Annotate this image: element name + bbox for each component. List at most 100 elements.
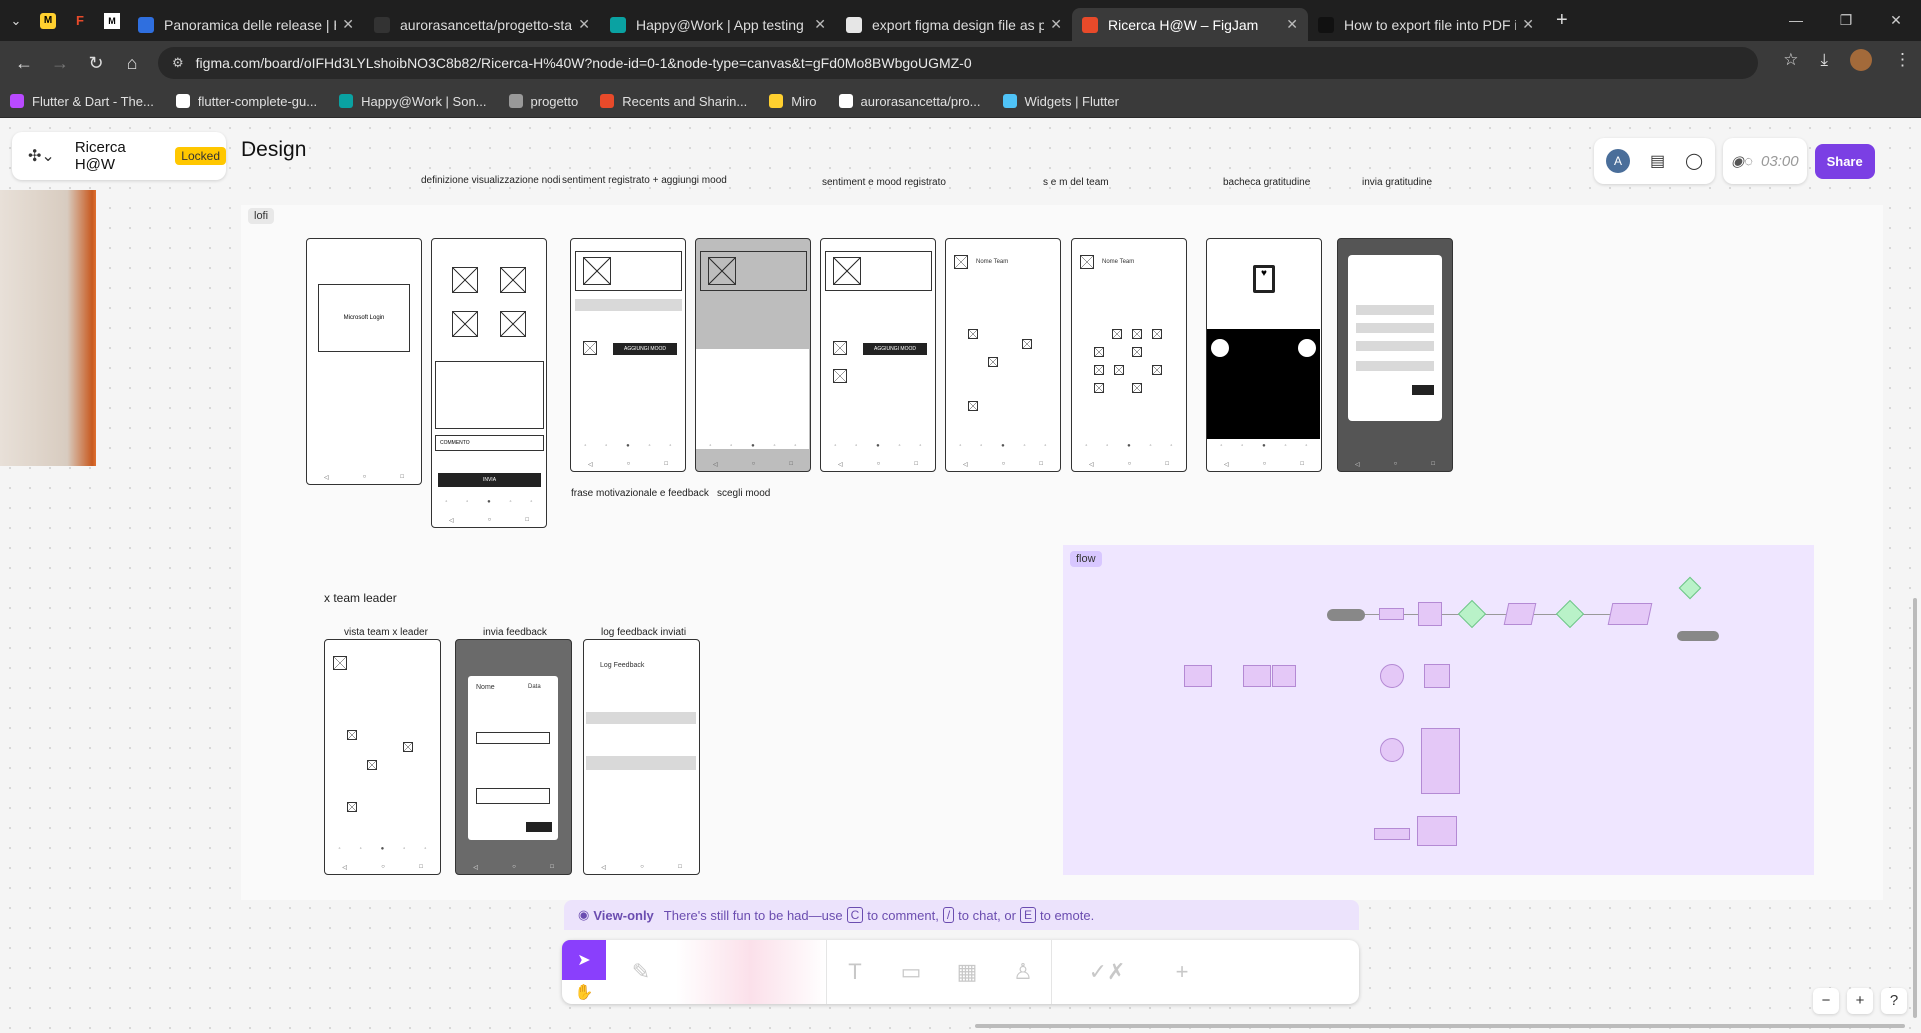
browser-tab[interactable]: aurorasancetta/progetto-stage ✕ (364, 8, 600, 41)
image-placeholder (1132, 383, 1142, 393)
wireframe-vista-team[interactable]: ◦ ◦ ● ◦ ◦ ◁ ○ □ (324, 639, 441, 875)
forward-icon[interactable]: → (42, 53, 78, 74)
reload-icon[interactable]: ↻ (78, 53, 114, 74)
log-row (586, 712, 696, 724)
address-bar-row: ← → ↻ ⌂ ⚙ figma.com/board/oIFHd3LYLshoib… (0, 41, 1921, 85)
wireframe-sentiment-registrato[interactable]: AGGIUNGI MOOD ◦ ◦ ● ◦ ◦ ◁ ○ □ (570, 238, 686, 472)
bookmark-item[interactable]: aurorasancetta/pro... (838, 93, 981, 109)
url-input[interactable]: ⚙ figma.com/board/oIFHd3LYLshoibNO3C8b82… (158, 47, 1758, 79)
image-placeholder (452, 267, 478, 293)
carousel-dot-right (1298, 339, 1316, 357)
image-placeholder (833, 257, 861, 285)
tab-favicon-icon (1082, 16, 1098, 33)
bookmark-item[interactable]: Miro (769, 94, 817, 109)
bookmark-item[interactable]: Happy@Work | Son... (339, 94, 487, 109)
zoom-out-icon[interactable]: − (1813, 988, 1839, 1014)
bookmark-star-icon[interactable]: ☆ (1783, 50, 1798, 70)
home-icon[interactable]: ⌂ (114, 53, 150, 74)
wireframe-invia-gratitudine[interactable]: ◁ ○ □ (1337, 238, 1453, 472)
image-placeholder (1132, 347, 1142, 357)
browser-menu-icon[interactable]: ⋮ (1894, 50, 1911, 70)
wireframe-log-feedback[interactable]: Log Feedback ◁ ○ □ (583, 639, 700, 875)
bookmark-label: flutter-complete-gu... (197, 93, 318, 109)
tab-close-icon[interactable]: ✕ (1050, 16, 1062, 33)
image-placeholder (968, 329, 978, 339)
tab-favicon-icon (1318, 16, 1334, 33)
download-icon[interactable]: ⤓ (1820, 50, 1828, 70)
timer[interactable]: ◉◌ 03:00 (1723, 138, 1807, 184)
section-tool-icon: ▭ (900, 959, 922, 984)
collab-bar: A ▤ ◯ (1594, 138, 1716, 184)
image-placeholder (1132, 329, 1142, 339)
image-placeholder (708, 257, 736, 285)
stamp-tool-icon: ♙ (1013, 959, 1033, 984)
image-placeholder (1114, 365, 1124, 375)
bottom-nav: ◦ ◦ ● ◦ ◦ (445, 499, 533, 505)
pinned-tab-medium[interactable]: M (96, 0, 128, 41)
tab-close-icon[interactable]: ✕ (342, 16, 354, 33)
bottom-nav: ◦ ◦ ● ◦ ◦ (584, 443, 672, 449)
tab-close-icon[interactable]: ✕ (814, 16, 826, 33)
team-name: Nome Team (976, 259, 1009, 265)
vertical-scrollbar[interactable] (1913, 598, 1917, 1018)
tab-close-icon[interactable]: ✕ (1286, 16, 1298, 33)
bottom-nav: ◦ ◦ ● ◦ ◦ (1220, 443, 1308, 449)
tab-close-icon[interactable]: ✕ (578, 16, 590, 33)
log-title: Log Feedback (600, 662, 645, 669)
zoom-in-icon[interactable]: + (1847, 988, 1873, 1014)
share-button[interactable]: Share (1814, 143, 1875, 179)
browser-tab[interactable]: export figma design file as pdf ✕ (836, 8, 1072, 41)
site-info-icon[interactable]: ⚙ (172, 55, 184, 71)
wireframe-invia-feedback[interactable]: Nome Data ◁ ○ □ (455, 639, 572, 875)
new-tab-button[interactable]: + (1556, 9, 1568, 32)
select-tool-icon[interactable]: ➤ (562, 940, 606, 980)
wireframe-sem-team[interactable]: Nome Team ◦ ◦ ● ◦ ◦ ◁ ○ □ (1071, 238, 1187, 472)
hand-tool-icon[interactable]: ✋ (562, 980, 606, 1004)
bookmark-item[interactable]: Recents and Sharin... (600, 94, 747, 109)
image-placeholder (833, 341, 847, 355)
figjam-logo-icon[interactable]: ✣⌄ (28, 146, 55, 166)
pinned-tab-miro[interactable]: M (32, 0, 64, 41)
bookmark-label: aurorasancetta/pro... (860, 93, 981, 109)
wireframe-definizione[interactable]: COMMENTO INVIA ◦ ◦ ● ◦ ◦ ◁ ○ □ (431, 238, 547, 528)
tab-close-icon[interactable]: ✕ (1522, 16, 1534, 33)
file-menu[interactable]: ✣⌄ Ricerca H@W Locked (12, 132, 226, 180)
restore-icon[interactable]: ❐ (1821, 0, 1871, 41)
system-nav: ◁ ○ □ (473, 864, 554, 871)
browser-tab[interactable]: How to export file into PDF in F ✕ (1308, 8, 1544, 41)
layout-icon[interactable]: ▤ (1650, 151, 1665, 171)
browser-tab[interactable]: Panoramica delle release | Happ ✕ (128, 8, 364, 41)
flow-node-end (1677, 631, 1719, 641)
frame-label: sentiment e mood registrato (822, 177, 946, 188)
tab-search-icon[interactable]: ⌄ (0, 0, 32, 41)
wireframe-bacheca[interactable]: ♥ ◦ ◦ ● ◦ ◦ ◁ ○ □ (1206, 238, 1322, 472)
window-controls: — ❐ ✕ (1771, 0, 1921, 41)
bookmark-item[interactable]: Flutter & Dart - The... (10, 94, 154, 109)
carousel-dot-left (1211, 339, 1229, 357)
wireframe-team-grid[interactable]: Nome Team ◦ ◦ ● ◦ ◦ ◁ ○ □ (945, 238, 1061, 472)
comment-icon[interactable]: ◯ (1685, 151, 1703, 171)
bookmark-item[interactable]: Widgets | Flutter (1002, 94, 1119, 109)
close-window-icon[interactable]: ✕ (1871, 0, 1921, 41)
help-icon[interactable]: ? (1881, 988, 1907, 1014)
wireframe-scegli-mood[interactable]: ◦ ◦ ● ◦ ◦ ◁ ○ □ (695, 238, 811, 472)
send-button (1412, 385, 1434, 395)
dialog-name: Nome (476, 684, 495, 691)
frame-label: vista team x leader (344, 627, 428, 638)
bookmark-item[interactable]: flutter-complete-gu... (175, 93, 318, 109)
wireframe-login[interactable]: Microsoft Login ◁ ○ □ (306, 238, 422, 485)
horizontal-scrollbar[interactable] (975, 1024, 1905, 1028)
minimize-icon[interactable]: — (1771, 0, 1821, 41)
back-icon[interactable]: ← (6, 53, 42, 74)
figjam-canvas[interactable]: ✣⌄ Ricerca H@W Locked Design A ▤ ◯ ◉◌ 03… (0, 118, 1921, 1033)
sticky-tool-icon (676, 940, 826, 1004)
user-avatar[interactable]: A (1606, 149, 1630, 173)
wireframe-sentiment-mood[interactable]: AGGIUNGI MOOD ◦ ◦ ● ◦ ◦ ◁ ○ □ (820, 238, 936, 472)
profile-avatar[interactable] (1850, 49, 1872, 71)
view-only-text: to chat, or (958, 907, 1016, 923)
bookmark-item[interactable]: progetto (508, 94, 578, 109)
browser-tab[interactable]: Ricerca H@W – FigJam ✕ (1072, 8, 1308, 41)
pinned-tab-figma[interactable]: F (64, 0, 96, 41)
plus-icon: + (1175, 959, 1189, 984)
browser-tab[interactable]: Happy@Work | App testing ✕ (600, 8, 836, 41)
